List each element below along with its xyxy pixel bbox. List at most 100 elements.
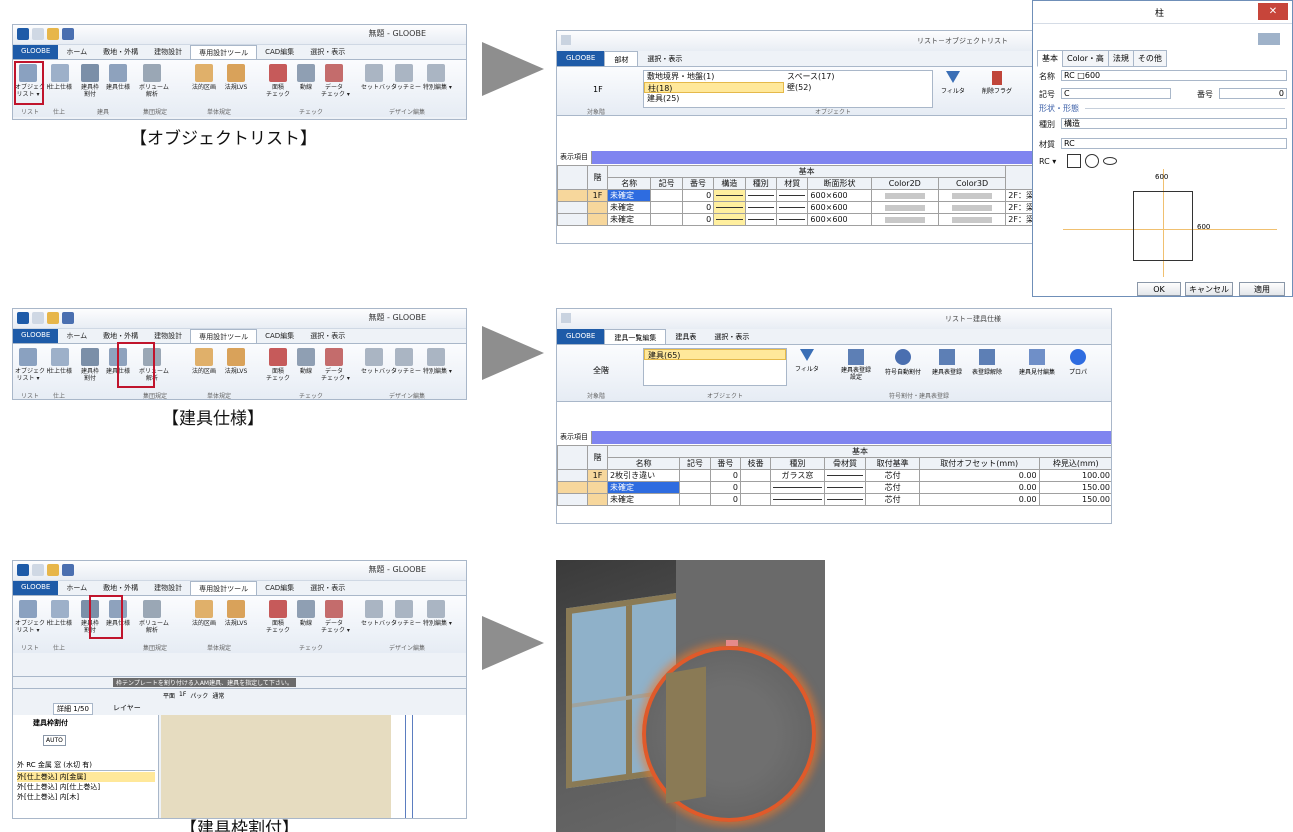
touchme-button[interactable]: タッチミー xyxy=(391,64,421,91)
auto-assign-button[interactable]: 符号自動割付 xyxy=(881,349,925,376)
list-item[interactable]: 建具(25) xyxy=(644,93,784,104)
tab-select[interactable]: 選択・表示 xyxy=(705,329,758,344)
list-item[interactable]: 外[仕上巻込] 内[仕上巻込] xyxy=(17,782,155,792)
lvs-button[interactable]: 法規LVS xyxy=(223,64,249,91)
number-field[interactable]: 0 xyxy=(1219,88,1287,99)
data-check-button[interactable]: データ チェック ▾ xyxy=(321,64,350,98)
cad-canvas[interactable] xyxy=(161,715,391,818)
tab-gloobe[interactable]: GLOOBE xyxy=(13,581,59,595)
tab-select[interactable]: 選択・表示 xyxy=(302,581,353,595)
tab-select[interactable]: 選択・表示 xyxy=(302,45,353,59)
tab-site[interactable]: 敷地・外構 xyxy=(95,581,146,595)
tab-gloobe[interactable]: GLOOBE xyxy=(557,329,605,344)
setback-button[interactable]: セットバック xyxy=(361,600,397,627)
view-edit-button[interactable]: 建具見付編集 xyxy=(1015,349,1059,376)
area-check-button[interactable]: 面積 チェック xyxy=(265,64,291,98)
view-tab[interactable]: 通常 xyxy=(212,691,224,700)
quick-access-toolbar[interactable] xyxy=(17,28,74,40)
tab-home[interactable]: ホーム xyxy=(58,581,95,595)
pin-icon[interactable] xyxy=(1258,33,1280,45)
circle-shape-icon[interactable] xyxy=(1085,154,1099,168)
area-check-button[interactable]: 面積 チェック xyxy=(265,348,291,382)
square-shape-icon[interactable] xyxy=(1067,154,1081,168)
lvs-button[interactable]: 法規LVS xyxy=(223,600,249,627)
tab-site[interactable]: 敷地・外構 xyxy=(95,329,146,343)
register-settings-button[interactable]: 建具表登録 設定 xyxy=(835,349,877,381)
tab-fitting-table[interactable]: 建具表 xyxy=(666,329,705,344)
data-check-button[interactable]: データ チェック ▾ xyxy=(321,600,350,634)
tab-fitting-edit[interactable]: 建具一覧編集 xyxy=(604,329,667,344)
symbol-field[interactable]: C xyxy=(1061,88,1171,99)
data-check-button[interactable]: データ チェック ▾ xyxy=(321,348,350,382)
legal-zone-button[interactable]: 法的区画 xyxy=(191,600,217,627)
frame-alloc-button[interactable]: 建具枠 割付 xyxy=(77,64,103,98)
tab-building[interactable]: 建物設計 xyxy=(146,581,190,595)
list-item[interactable]: 壁(52) xyxy=(784,82,811,93)
list-item[interactable]: 柱(18) xyxy=(644,82,784,93)
touchme-button[interactable]: タッチミー xyxy=(391,348,421,375)
table-row[interactable]: 未確定 0 芯付 0.00 150.00 xyxy=(557,493,1111,506)
flow-button[interactable]: 動線 xyxy=(293,64,319,91)
list-item[interactable]: 建具(65) xyxy=(644,349,786,360)
setback-button[interactable]: セットバック xyxy=(361,64,397,91)
tab-select[interactable]: 選択・表示 xyxy=(302,329,353,343)
area-check-button[interactable]: 面積 チェック xyxy=(265,600,291,634)
tab-cad[interactable]: CAD編集 xyxy=(257,45,302,59)
property-button[interactable]: プロパ xyxy=(1063,349,1093,376)
tab-cad[interactable]: CAD編集 xyxy=(257,329,302,343)
volume-button[interactable]: ボリューム 解析 xyxy=(139,600,169,634)
cancel-button[interactable]: キャンセル xyxy=(1185,282,1233,296)
special-edit-button[interactable]: 特別編集 ▾ xyxy=(423,600,452,627)
material-select[interactable]: RC xyxy=(1061,138,1287,149)
tab-tools[interactable]: 専用設計ツール xyxy=(190,45,258,59)
legal-zone-button[interactable]: 法的区画 xyxy=(191,64,217,91)
delete-flag-button[interactable]: 削除フラグ xyxy=(977,71,1017,95)
ok-button[interactable]: OK xyxy=(1137,282,1181,296)
volume-button[interactable]: ボリューム 解析 xyxy=(139,64,169,98)
object-list-button[interactable]: オブジェクト リスト ▾ xyxy=(15,600,51,634)
kind-select[interactable]: 構造 xyxy=(1061,118,1287,129)
quick-access-toolbar[interactable] xyxy=(17,564,74,576)
special-edit-button[interactable]: 特別編集 ▾ xyxy=(423,64,452,91)
tab-tools[interactable]: 専用設計ツール xyxy=(190,329,258,343)
list-item[interactable]: 敷地境界・地盤(1) xyxy=(644,71,784,82)
unregister-button[interactable]: 表登録解除 xyxy=(969,349,1005,376)
tab-select[interactable]: 選択・表示 xyxy=(638,51,691,66)
frame-alloc-button[interactable]: 建具枠 割付 xyxy=(77,348,103,382)
filter-button[interactable]: フィルタ xyxy=(795,349,819,373)
close-icon[interactable]: ✕ xyxy=(1258,3,1288,20)
list-item[interactable]: 外[仕上巻込] 内[木] xyxy=(17,792,155,802)
filter-button[interactable]: フィルタ xyxy=(941,71,965,95)
tab-cad[interactable]: CAD編集 xyxy=(257,581,302,595)
finish-spec-button[interactable]: 仕上仕様 xyxy=(47,348,73,375)
view-tab[interactable]: 1F xyxy=(179,691,186,700)
tab-color[interactable]: Color・高 xyxy=(1062,50,1109,67)
tab-building[interactable]: 建物設計 xyxy=(146,45,190,59)
register-button[interactable]: 建具表登録 xyxy=(929,349,965,376)
finish-spec-button[interactable]: 仕上仕様 xyxy=(47,600,73,627)
filter-select[interactable]: 外 RC 金属 窓 (水切 有) xyxy=(17,760,155,771)
flow-button[interactable]: 動線 xyxy=(293,600,319,627)
rc-shape-select[interactable]: RC ▾ xyxy=(1039,157,1056,166)
tab-gloobe[interactable]: GLOOBE xyxy=(13,329,59,343)
touchme-button[interactable]: タッチミー xyxy=(391,600,421,627)
cad-layer[interactable]: レイヤー xyxy=(113,703,141,713)
table-row[interactable]: 未確定 0 600×600 2F：梁 xyxy=(557,213,1035,226)
fitting-spec-button[interactable]: 建具仕様 xyxy=(105,64,131,91)
tab-home[interactable]: ホーム xyxy=(58,329,95,343)
special-edit-button[interactable]: 特別編集 ▾ xyxy=(423,348,452,375)
name-field[interactable]: RC □600 xyxy=(1061,70,1287,81)
tab-gloobe[interactable]: GLOOBE xyxy=(557,51,605,66)
table-row[interactable]: 未確定 0 600×600 2F：梁 xyxy=(557,201,1035,214)
lvs-button[interactable]: 法規LVS xyxy=(223,348,249,375)
quick-access-toolbar[interactable] xyxy=(17,312,74,324)
flow-button[interactable]: 動線 xyxy=(293,348,319,375)
view-tab[interactable]: 平面 xyxy=(163,691,175,700)
setback-button[interactable]: セットバック xyxy=(361,348,397,375)
tab-gloobe[interactable]: GLOOBE xyxy=(13,45,59,59)
table-row[interactable]: 1F 未確定 0 600×600 2F：梁 xyxy=(557,189,1035,202)
legal-zone-button[interactable]: 法的区画 xyxy=(191,348,217,375)
table-row[interactable]: 未確定 0 芯付 0.00 150.00 xyxy=(557,481,1111,494)
tab-members[interactable]: 部材 xyxy=(604,51,639,66)
table-row[interactable]: 1F 2枚引き違い 0 ガラス窓 芯付 0.00 100.00 xyxy=(557,469,1111,482)
